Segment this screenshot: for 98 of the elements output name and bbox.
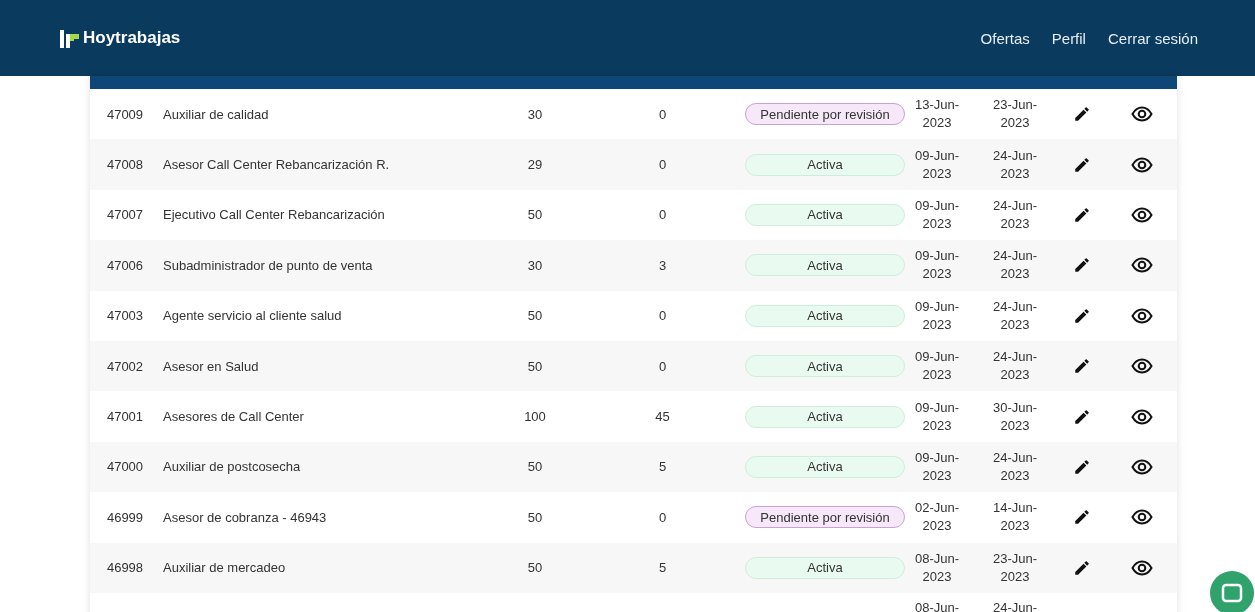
status-badge: Activa: [745, 153, 905, 176]
start-date-cell-text: 13-Jun-2023: [913, 96, 961, 133]
status-badge: Activa: [745, 556, 905, 579]
end-date-cell-text: 24-Jun-2023: [991, 348, 1039, 385]
end-date-cell-text: 23-Jun-2023: [991, 549, 1039, 586]
job-title-cell-text: Auxiliar de postcosecha: [162, 459, 302, 475]
id-cell-text: 47002: [105, 358, 145, 374]
eye-icon[interactable]: [1131, 358, 1153, 375]
job-title-cell-text: Subadministrador de punto de venta: [162, 257, 374, 273]
start-date-cell-text: 02-Jun-2023: [913, 499, 961, 536]
pencil-icon[interactable]: [1073, 105, 1091, 124]
applicants-cell-text: 0: [657, 207, 668, 223]
applicants-cell-text: 0: [657, 358, 668, 374]
vacancies-cell-text: 50: [526, 358, 544, 374]
applicants-cell-text: 5: [657, 459, 668, 475]
pencil-icon[interactable]: [1073, 558, 1091, 577]
end-date-cell-text: 30-Jun-2023: [991, 398, 1039, 435]
end-date-cell-text: 24-Jun-2023: [991, 448, 1039, 485]
id-cell-text: 47008: [105, 157, 145, 173]
pencil-icon[interactable]: [1073, 306, 1091, 325]
start-date-cell-text: 09-Jun-2023: [913, 348, 961, 385]
end-date-cell-text: 23-Jun-2023: [991, 96, 1039, 133]
vacancies-cell-text: 50: [526, 207, 544, 223]
end-date-cell-text: 24-Jun-: [991, 598, 1039, 612]
eye-icon[interactable]: [1131, 307, 1153, 324]
eye-icon[interactable]: [1131, 257, 1153, 274]
applicants-cell-text: 45: [654, 409, 671, 425]
status-badge: Pendiente por revisión: [745, 103, 905, 126]
eye-icon[interactable]: [1131, 106, 1153, 123]
applicants-cell-text: 5: [657, 560, 668, 576]
id-cell-text: 47006: [105, 257, 145, 273]
job-title-cell-text: Asesor de cobranza - 46943: [162, 509, 328, 525]
vacancies-cell-text: 100: [523, 409, 547, 425]
nav-link[interactable]: Perfil: [1051, 29, 1086, 47]
job-title-cell-text: Auxiliar de mercadeo: [162, 560, 287, 576]
job-title-cell-text: Asesor Call Center Rebancarización R.: [162, 157, 391, 173]
pencil-icon[interactable]: [1073, 205, 1091, 224]
applicants-cell-text: 0: [657, 157, 668, 173]
start-date-cell-text: 09-Jun-2023: [913, 448, 961, 485]
pencil-icon[interactable]: [1073, 407, 1091, 426]
start-date-cell-text: 08-Jun-: [913, 598, 961, 612]
start-date-cell-text: 09-Jun-2023: [913, 297, 961, 334]
status-badge: Activa: [745, 254, 905, 277]
start-date-cell-text: 09-Jun-2023: [913, 398, 961, 435]
start-date-cell-text: 08-Jun-2023: [913, 549, 961, 586]
job-title-cell-text: Agente servicio al cliente salud: [162, 308, 343, 324]
eye-icon[interactable]: [1131, 156, 1153, 173]
pencil-icon[interactable]: [1073, 457, 1091, 476]
status-badge: Activa: [745, 355, 905, 378]
nav-link[interactable]: Ofertas: [980, 29, 1030, 47]
end-date-cell-text: 24-Jun-2023: [991, 196, 1039, 233]
pencil-icon[interactable]: [1073, 155, 1091, 174]
job-title-cell-text: Auxiliar de calidad: [162, 106, 270, 122]
job-title-cell-text: Asesores de Call Center: [162, 409, 305, 425]
eye-icon[interactable]: [1131, 458, 1153, 475]
vacancies-cell-text: 50: [526, 308, 544, 324]
status-badge: Activa: [745, 455, 905, 478]
pencil-icon[interactable]: [1073, 357, 1091, 376]
eye-icon[interactable]: [1131, 206, 1153, 223]
start-date-cell-text: 09-Jun-2023: [913, 146, 961, 183]
pencil-icon[interactable]: [1073, 256, 1091, 275]
id-cell-text: 47001: [105, 409, 145, 425]
id-cell-text: 47000: [105, 459, 145, 475]
vacancies-cell-text: 50: [526, 509, 544, 525]
job-title-cell-text: Asesor en Salud: [162, 358, 260, 374]
vacancies-cell-text: 29: [526, 157, 544, 173]
vacancies-cell-text: 30: [526, 257, 544, 273]
end-date-cell-text: 24-Jun-2023: [991, 146, 1039, 183]
id-cell-text: 46999: [105, 509, 145, 525]
vacancies-cell-text: 50: [526, 459, 544, 475]
end-date-cell-text: 24-Jun-2023: [991, 297, 1039, 334]
logo-icon: [60, 28, 79, 48]
applicants-cell-text: 3: [657, 257, 668, 273]
end-date-cell-text: 24-Jun-2023: [991, 247, 1039, 284]
vacancies-cell-text: 30: [526, 106, 544, 122]
status-badge: Pendiente por revisión: [745, 506, 905, 529]
job-title-cell-text: Ejecutivo Call Center Rebancarización: [162, 207, 386, 223]
applicants-cell-text: 0: [657, 308, 668, 324]
id-cell-text: 47009: [105, 106, 145, 122]
status-badge: Activa: [745, 203, 905, 226]
eye-icon[interactable]: [1131, 408, 1153, 425]
id-cell-text: 46998: [105, 560, 145, 576]
status-badge: Activa: [745, 304, 905, 327]
eye-icon[interactable]: [1131, 509, 1153, 526]
eye-icon[interactable]: [1131, 559, 1153, 576]
nav-link[interactable]: Cerrar sesión: [1107, 29, 1198, 47]
applicants-cell-text: 0: [657, 509, 668, 525]
start-date-cell-text: 09-Jun-2023: [913, 196, 961, 233]
brand-name: Hoytrabajas: [83, 28, 181, 48]
id-cell-text: 47007: [105, 207, 145, 223]
end-date-cell-text: 14-Jun-2023: [991, 499, 1039, 536]
chat-icon[interactable]: [1210, 571, 1254, 612]
status-badge: Activa: [745, 405, 905, 428]
id-cell-text: 47003: [105, 308, 145, 324]
start-date-cell-text: 09-Jun-2023: [913, 247, 961, 284]
applicants-cell-text: 0: [657, 106, 668, 122]
pencil-icon[interactable]: [1073, 508, 1091, 527]
vacancies-cell-text: 50: [526, 560, 544, 576]
